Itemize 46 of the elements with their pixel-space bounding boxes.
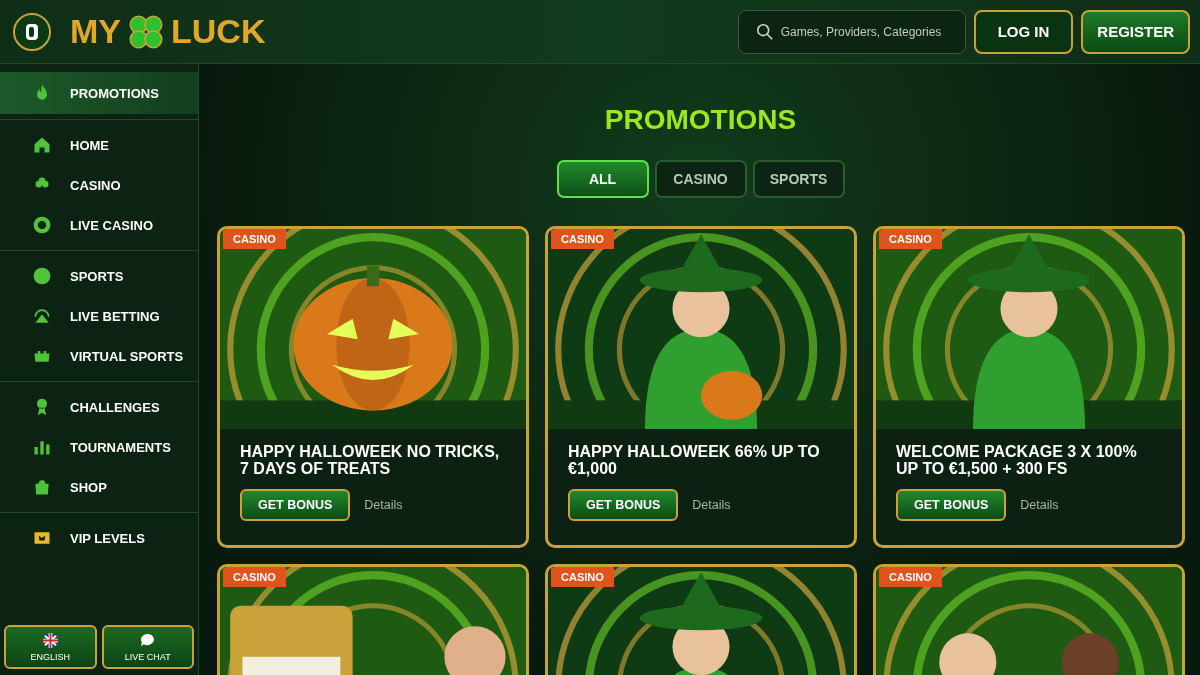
details-link[interactable]: Details (692, 498, 731, 512)
get-bonus-button[interactable]: GET BONUS (240, 489, 351, 521)
details-link[interactable]: Details (364, 498, 403, 512)
search-field[interactable]: Games, Providers, Categories (737, 9, 966, 54)
filter-tab[interactable]: ALL (556, 160, 649, 198)
live-chat-button[interactable]: LIVE CHAT (101, 625, 194, 669)
nav-item[interactable]: CASINO (0, 165, 198, 205)
nav-item[interactable]: LIVE CASINO (0, 205, 198, 245)
search-icon (755, 22, 774, 41)
page-title: PROMOTIONS (603, 104, 798, 136)
nav-item[interactable]: HOME (0, 125, 198, 165)
details-link[interactable]: Details (1020, 498, 1059, 512)
logo-text: MY (70, 12, 121, 51)
flag-icon (42, 632, 58, 648)
nav-item[interactable]: CHALLENGES (0, 387, 198, 427)
category-tag: CASINO (551, 229, 614, 249)
category-tag: CASINO (223, 567, 286, 587)
logo-badge-icon (12, 11, 52, 52)
nav-icon (32, 215, 52, 235)
nav-item[interactable]: PROMOTIONS (0, 72, 198, 114)
filter-tab[interactable]: SPORTS (752, 160, 845, 198)
get-bonus-button[interactable]: GET BONUS (568, 489, 679, 521)
nav-icon (32, 477, 52, 497)
login-button[interactable]: LOG IN (973, 9, 1074, 54)
category-tag: CASINO (879, 229, 942, 249)
logo-text: LUCK (171, 12, 266, 51)
promo-title: WELCOME PACKAGE 3 X 100% UP TO €1,500 + 300 FS (896, 443, 1138, 477)
get-bonus-button[interactable]: GET BONUS (896, 489, 1007, 521)
promo-title: HAPPY HALLOWEEK 66% UP TO €1,000 (568, 443, 821, 477)
nav-icon (32, 306, 52, 326)
chat-icon (140, 632, 156, 648)
nav-icon (32, 266, 52, 286)
promo-title: HAPPY HALLOWEEK NO TRICKS, 7 DAYS OF TREATS (240, 443, 501, 477)
register-button[interactable]: REGISTER (1081, 9, 1190, 54)
nav-icon (32, 135, 52, 155)
category-tag: CASINO (879, 567, 942, 587)
nav-item[interactable]: TOURNAMENTS (0, 427, 198, 467)
nav-item[interactable]: SPORTS (0, 256, 198, 296)
nav-item[interactable]: LIVE BETTING (0, 296, 198, 336)
nav-item[interactable]: VIRTUAL SPORTS (0, 336, 198, 376)
filter-tab[interactable]: CASINO (654, 160, 747, 198)
nav-item[interactable]: VIP LEVELS (0, 518, 198, 558)
category-tag: CASINO (551, 567, 614, 587)
language-button[interactable]: ENGLISH (4, 625, 97, 669)
nav-item[interactable]: SHOP (0, 467, 198, 507)
category-tag: CASINO (223, 229, 286, 249)
